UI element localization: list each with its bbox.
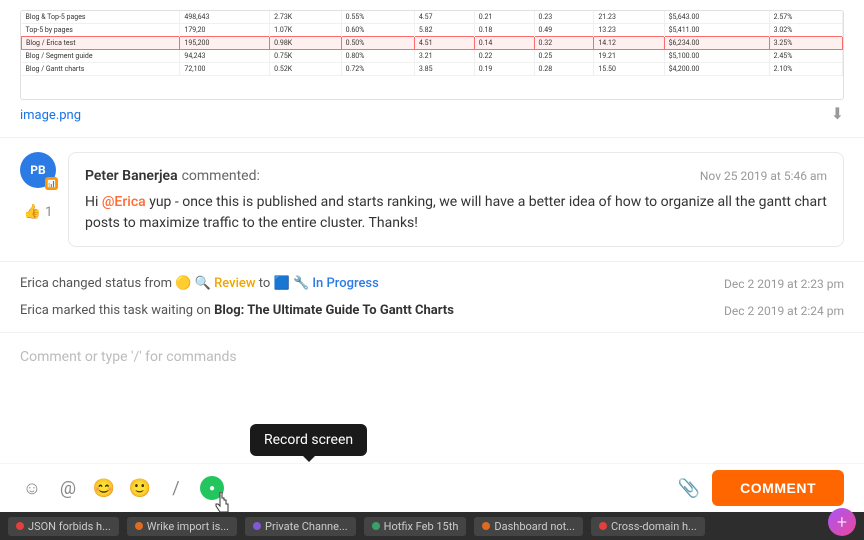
table-row: Blog / Gantt charts72,1000.52K0.72%3.850… — [22, 63, 843, 76]
toolbar-left: ☺ @ 😊 🙂 / Record screen — [20, 476, 224, 500]
mention: @Erica — [102, 194, 146, 210]
image-filename-link[interactable]: image.png — [20, 108, 81, 123]
cursor-icon — [214, 492, 234, 516]
download-icon[interactable]: ⬇ — [831, 104, 844, 123]
comment-author-line: Peter Banerjea commented: — [85, 165, 260, 184]
avatar-badge: 📊 — [45, 177, 58, 190]
table-row: Top-5 by pages179,201.07K0.60%5.820.180.… — [22, 24, 843, 37]
like-count: 1 — [45, 205, 52, 220]
record-screen-wrapper: Record screen — [200, 476, 224, 500]
image-section: Blog & Top-5 pages498,6432.73K0.55%4.570… — [0, 0, 864, 138]
like-button[interactable]: 👍 1 — [24, 204, 53, 220]
taskbar-item-4[interactable]: Hotfix Feb 15th — [364, 517, 467, 536]
comment-button[interactable]: COMMENT — [712, 470, 844, 506]
activity-section: Erica changed status from 🟡 🔍 Review to … — [0, 262, 864, 332]
spreadsheet-table: Blog & Top-5 pages498,6432.73K0.55%4.570… — [21, 11, 843, 76]
bottom-taskbar: JSON forbids h... Wrike import is... Pri… — [0, 512, 864, 540]
comment-toolbar: ☺ @ 😊 🙂 / Record screen 📎 COMMENT — [0, 463, 864, 512]
taskbar-item-3[interactable]: Private Channe... — [245, 517, 356, 536]
table-row: Blog / Segment guide94,2430.75K0.80%3.21… — [22, 50, 843, 63]
spreadsheet-preview: Blog & Top-5 pages498,6432.73K0.55%4.570… — [20, 10, 844, 100]
emoji-people-icon[interactable]: ☺ — [20, 476, 44, 500]
taskbar-item-6[interactable]: Cross-domain h... — [591, 517, 705, 536]
status-to-badge: 🟦 🔧 In Progress — [274, 276, 379, 291]
table-row-highlighted: Blog / Erica test195,2000.98K0.50%4.510.… — [22, 37, 843, 50]
taskbar-item-1[interactable]: JSON forbids h... — [8, 517, 119, 536]
slash-command-icon[interactable]: / — [164, 476, 188, 500]
activity-text-1: Erica changed status from 🟡 🔍 Review to … — [20, 276, 724, 291]
comment-time: Nov 25 2019 at 5:46 am — [700, 169, 827, 183]
thumbs-up-icon: 👍 — [24, 204, 41, 220]
emoji-smile-icon[interactable]: 😊 — [92, 476, 116, 500]
taskbar-dot-2 — [135, 522, 143, 530]
avatar: PB 📊 — [20, 152, 56, 188]
waiting-task-link[interactable]: Blog: The Ultimate Guide To Gantt Charts — [214, 303, 454, 318]
table-row: Blog & Top-5 pages498,6432.73K0.55%4.570… — [22, 11, 843, 24]
comment-header: Peter Banerjea commented: Nov 25 2019 at… — [85, 165, 827, 184]
status-from-badge: 🟡 🔍 Review — [175, 276, 255, 291]
taskbar-dot-1 — [16, 522, 24, 530]
taskbar-dot-4 — [372, 522, 380, 530]
activity-item-1: Erica changed status from 🟡 🔍 Review to … — [20, 270, 844, 297]
comment-placeholder[interactable]: Comment or type '/' for commands — [20, 345, 844, 369]
taskbar-dot-5 — [482, 522, 490, 530]
fab-button[interactable]: + — [828, 508, 856, 536]
taskbar-dot-3 — [253, 522, 261, 530]
comment-bubble: Peter Banerjea commented: Nov 25 2019 at… — [68, 152, 844, 247]
taskbar-item-5[interactable]: Dashboard not... — [474, 517, 583, 536]
main-container: Blog & Top-5 pages498,6432.73K0.55%4.570… — [0, 0, 864, 540]
activity-item-2: Erica marked this task waiting on Blog: … — [20, 297, 844, 324]
attachment-icon[interactable]: 📎 — [678, 478, 700, 499]
comment-body: Hi @Erica yup - once this is published a… — [85, 192, 827, 234]
commenter-name: Peter Banerjea — [85, 168, 178, 184]
emoji-face-icon[interactable]: 🙂 — [128, 476, 152, 500]
comment-section: PB 📊 👍 1 Peter Banerjea commented: Nov 2… — [0, 138, 864, 262]
commented-label: commented: — [182, 168, 260, 184]
mention-icon[interactable]: @ — [56, 476, 80, 500]
toolbar-right: 📎 COMMENT — [678, 470, 844, 506]
activity-text-2: Erica marked this task waiting on Blog: … — [20, 303, 724, 318]
record-screen-tooltip: Record screen — [250, 424, 367, 456]
taskbar-item-2[interactable]: Wrike import is... — [127, 517, 237, 536]
comment-input-area[interactable]: Comment or type '/' for commands — [0, 332, 864, 463]
taskbar-dot-6 — [599, 522, 607, 530]
